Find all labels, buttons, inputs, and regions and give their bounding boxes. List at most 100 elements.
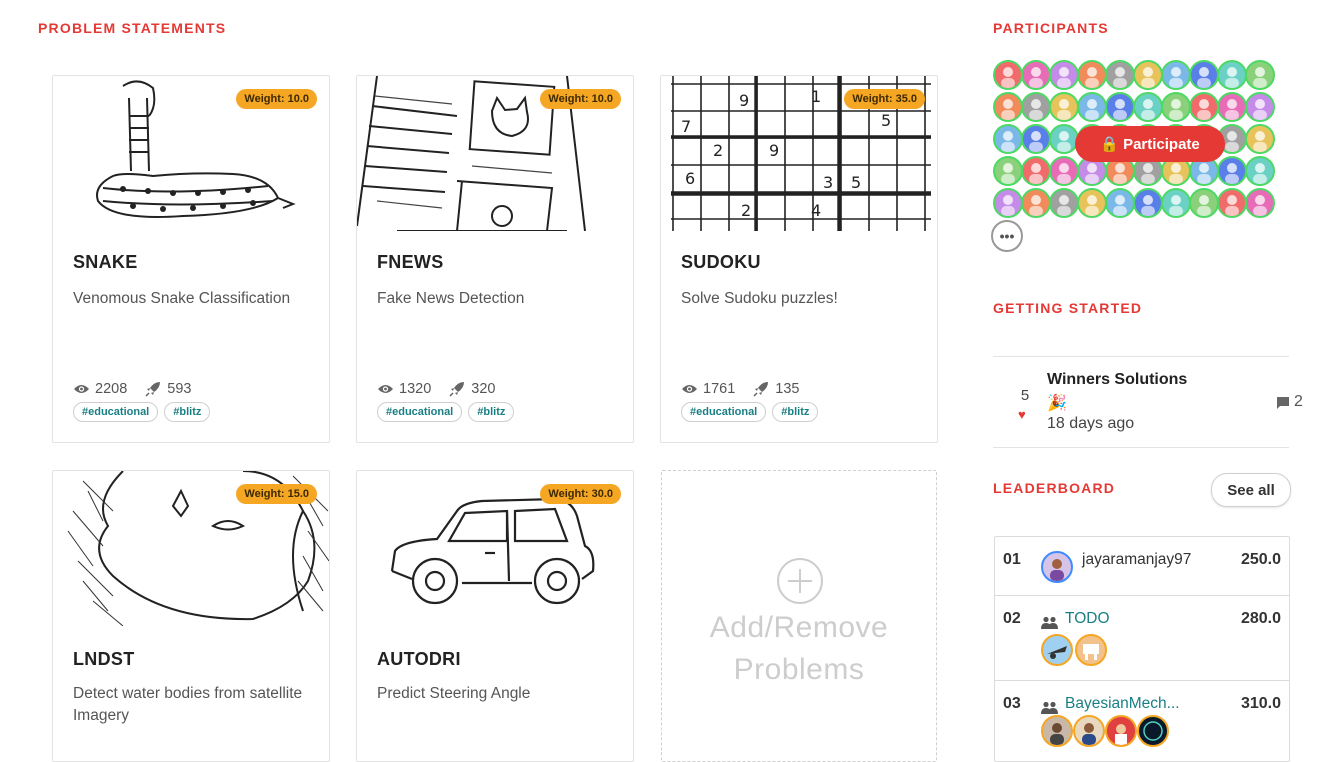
- team-name[interactable]: TODO: [1065, 610, 1110, 628]
- participant-avatar[interactable]: [1133, 188, 1163, 218]
- participant-avatar[interactable]: [1217, 92, 1247, 122]
- problem-image-sudoku: 915 729 635 24 Weight: 35.0: [661, 76, 937, 231]
- tag-blitz[interactable]: #blitz: [468, 402, 515, 422]
- problem-card-snake[interactable]: Weight: 10.0 SNAKE Venomous Snake Classi…: [52, 75, 330, 443]
- problem-card-autodri[interactable]: Weight: 30.0 AUTODRI Predict Steering An…: [356, 470, 634, 762]
- participant-avatar[interactable]: [1245, 60, 1275, 90]
- avatar[interactable]: [1105, 715, 1137, 747]
- more-participants-button[interactable]: •••: [991, 220, 1023, 252]
- problem-image-fnews: Weight: 10.0: [357, 76, 633, 231]
- participant-avatar[interactable]: [1077, 188, 1107, 218]
- post-title[interactable]: Winners Solutions: [1047, 371, 1187, 389]
- getting-started-post[interactable]: 5 ♥ Winners Solutions 🎉 18 days ago 2: [993, 356, 1303, 448]
- participant-avatar[interactable]: [993, 188, 1023, 218]
- team-name[interactable]: BayesianMech...: [1065, 695, 1180, 713]
- tag-list: #educational #blitz: [377, 402, 520, 422]
- participant-avatar[interactable]: [1021, 188, 1051, 218]
- leaderboard-row[interactable]: 02 TODO 280.0: [995, 596, 1289, 681]
- avatar[interactable]: [1041, 715, 1073, 747]
- participant-avatar[interactable]: [1217, 188, 1247, 218]
- participant-avatar[interactable]: [1245, 124, 1275, 154]
- tag-educational[interactable]: #educational: [73, 402, 159, 422]
- participant-avatar[interactable]: [1133, 92, 1163, 122]
- problem-title[interactable]: LNDST: [73, 649, 135, 670]
- participant-avatar[interactable]: [1049, 92, 1079, 122]
- score: 250.0: [1240, 551, 1281, 568]
- participant-avatar[interactable]: [1217, 156, 1247, 186]
- participant-avatar[interactable]: [1077, 60, 1107, 90]
- eye-icon: [682, 384, 697, 393]
- svg-text:5: 5: [881, 111, 891, 130]
- participant-avatar[interactable]: [1189, 92, 1219, 122]
- svg-text:5: 5: [851, 173, 861, 192]
- avatar[interactable]: [1075, 634, 1107, 666]
- participant-avatar[interactable]: [1049, 188, 1079, 218]
- tag-blitz[interactable]: #blitz: [772, 402, 819, 422]
- comment-count-value: 2: [1294, 393, 1303, 410]
- participant-avatar[interactable]: [1049, 60, 1079, 90]
- participant-avatar[interactable]: [1245, 92, 1275, 122]
- problem-title[interactable]: SUDOKU: [681, 252, 761, 273]
- participant-avatar[interactable]: [1021, 124, 1051, 154]
- problem-title[interactable]: SNAKE: [73, 252, 138, 273]
- participant-avatar[interactable]: [1161, 60, 1191, 90]
- participant-avatar[interactable]: [1105, 92, 1135, 122]
- participant-avatar[interactable]: [993, 156, 1023, 186]
- getting-started-heading: GETTING STARTED: [993, 300, 1143, 316]
- participant-avatar[interactable]: [1189, 188, 1219, 218]
- problem-card-sudoku[interactable]: 915 729 635 24 Weight: 35.0 SUDOKU Solve…: [660, 75, 938, 443]
- avatar[interactable]: [1041, 634, 1073, 666]
- tag-educational[interactable]: #educational: [377, 402, 463, 422]
- participant-avatar[interactable]: [1133, 60, 1163, 90]
- views-count: 1761: [703, 380, 736, 397]
- participant-avatar[interactable]: [1161, 92, 1191, 122]
- problem-statements-heading: PROBLEM STATEMENTS: [38, 20, 227, 36]
- add-remove-problems-card[interactable]: Add/Remove Problems: [661, 470, 937, 762]
- eye-icon: [74, 384, 89, 393]
- participant-avatar[interactable]: [1105, 188, 1135, 218]
- tag-educational[interactable]: #educational: [681, 402, 767, 422]
- participant-avatar[interactable]: [1245, 156, 1275, 186]
- comment-count[interactable]: 2: [1276, 393, 1303, 411]
- problem-card-fnews[interactable]: Weight: 10.0 FNEWS Fake News Detection 1…: [356, 75, 634, 443]
- party-emoji: 🎉: [1047, 395, 1067, 412]
- problem-stats: 2208 593: [73, 380, 209, 397]
- problem-stats: 1320 320: [377, 380, 513, 397]
- heart-icon[interactable]: ♥: [1018, 407, 1026, 422]
- participant-avatar[interactable]: [1189, 60, 1219, 90]
- participant-avatar[interactable]: [1161, 188, 1191, 218]
- views-count: 2208: [95, 380, 128, 397]
- score: 310.0: [1240, 695, 1281, 712]
- avatar[interactable]: [1041, 551, 1073, 583]
- participant-avatar[interactable]: [1245, 188, 1275, 218]
- see-all-button[interactable]: See all: [1211, 473, 1291, 507]
- problem-image-lndst: Weight: 15.0: [53, 471, 329, 626]
- participant-avatar[interactable]: [1021, 156, 1051, 186]
- svg-text:2: 2: [741, 201, 751, 220]
- participant-avatar[interactable]: [993, 92, 1023, 122]
- leaderboard-table: 01 jayaramanjay97 250.0 02 TODO 280.0 03…: [994, 536, 1290, 762]
- views-count: 1320: [399, 380, 432, 397]
- participant-avatar[interactable]: [1217, 60, 1247, 90]
- problem-title[interactable]: FNEWS: [377, 252, 444, 273]
- avatar[interactable]: [1137, 715, 1169, 747]
- leaderboard-row[interactable]: 03 BayesianMech... 310.0: [995, 681, 1289, 761]
- participant-avatar[interactable]: [1077, 92, 1107, 122]
- rank: 02: [1003, 610, 1021, 627]
- leaderboard-row[interactable]: 01 jayaramanjay97 250.0: [995, 537, 1289, 596]
- participant-avatar[interactable]: [1021, 60, 1051, 90]
- avatar[interactable]: [1073, 715, 1105, 747]
- participant-avatar[interactable]: [1049, 156, 1079, 186]
- rocket-icon: [753, 382, 769, 397]
- problem-card-lndst[interactable]: Weight: 15.0 LNDST Detect water bodies f…: [52, 470, 330, 762]
- participant-name[interactable]: jayaramanjay97: [1082, 551, 1191, 569]
- participant-avatar[interactable]: [1105, 60, 1135, 90]
- participant-avatar[interactable]: [993, 124, 1023, 154]
- participant-avatar[interactable]: [1021, 92, 1051, 122]
- tag-list: #educational #blitz: [73, 402, 216, 422]
- tag-blitz[interactable]: #blitz: [164, 402, 211, 422]
- problem-description: Fake News Detection: [377, 290, 525, 307]
- problem-title[interactable]: AUTODRI: [377, 649, 461, 670]
- participant-avatar[interactable]: [993, 60, 1023, 90]
- participate-button[interactable]: 🔒 Participate: [1075, 126, 1225, 162]
